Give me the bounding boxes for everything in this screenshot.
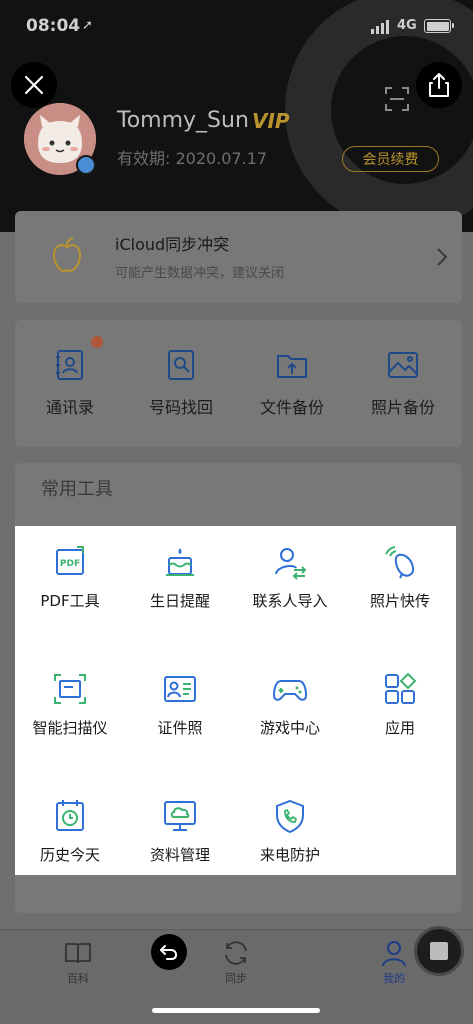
chevron-right-icon bbox=[437, 248, 448, 266]
tool-label: 智能扫描仪 bbox=[32, 719, 108, 737]
number-recovery-icon bbox=[168, 350, 194, 380]
avatar-badge bbox=[76, 155, 96, 175]
profile-icon bbox=[382, 941, 406, 967]
notification-dot bbox=[91, 336, 103, 348]
tool-call-protection[interactable]: 来电防护 bbox=[235, 798, 345, 865]
apps-icon bbox=[385, 672, 417, 704]
vip-tag: VIP bbox=[252, 109, 290, 133]
home-indicator[interactable] bbox=[152, 1008, 320, 1013]
id-card-icon bbox=[164, 676, 196, 702]
tool-birthday[interactable]: 生日提醒 bbox=[125, 544, 235, 611]
tool-label: 照片快传 bbox=[369, 592, 430, 610]
tab-label: 我的 bbox=[383, 972, 405, 985]
signal-icon bbox=[371, 20, 389, 34]
share-icon bbox=[429, 73, 449, 97]
tool-label: 历史今天 bbox=[39, 846, 100, 864]
pdf-icon: PDF bbox=[56, 546, 84, 575]
stop-icon bbox=[430, 942, 448, 960]
undo-icon bbox=[160, 945, 177, 960]
svg-text:PDF: PDF bbox=[60, 559, 80, 569]
photo-transfer-icon bbox=[385, 546, 415, 579]
tool-contact-import[interactable]: 联系人导入 bbox=[235, 544, 345, 611]
undo-button[interactable] bbox=[151, 934, 187, 970]
tool-data-management[interactable]: 资料管理 bbox=[125, 798, 235, 865]
share-button[interactable] bbox=[416, 62, 462, 108]
backup-item-photos[interactable]: 照片备份 bbox=[348, 348, 458, 418]
tool-pdf[interactable]: PDF PDF工具 bbox=[15, 544, 125, 611]
tool-label: PDF工具 bbox=[40, 592, 100, 610]
backup-label: 照片备份 bbox=[370, 398, 435, 417]
backup-item-contacts[interactable]: 通讯录 bbox=[15, 348, 125, 418]
birthday-cake-icon bbox=[166, 548, 194, 576]
membership-expiry: 有效期: 2020.07.17 bbox=[117, 149, 268, 168]
backup-item-files[interactable]: 文件备份 bbox=[237, 348, 347, 418]
photo-icon bbox=[388, 352, 418, 378]
tool-label: 应用 bbox=[384, 719, 415, 737]
tab-label: 同步 bbox=[225, 972, 247, 985]
icloud-subtitle: 可能产生数据冲突，建议关闭 bbox=[115, 266, 285, 281]
folder-upload-icon bbox=[277, 355, 307, 378]
tab-encyclopedia[interactable]: 百科 bbox=[38, 938, 118, 986]
tool-label: 证件照 bbox=[157, 719, 203, 737]
backup-label: 通讯录 bbox=[45, 398, 94, 417]
contacts-book-icon bbox=[56, 350, 83, 380]
backup-label: 文件备份 bbox=[259, 398, 324, 417]
tool-game-center[interactable]: 游戏中心 bbox=[235, 671, 345, 738]
close-icon bbox=[24, 75, 44, 95]
sync-icon bbox=[225, 941, 247, 965]
gamepad-icon bbox=[272, 680, 308, 701]
tool-label: 资料管理 bbox=[149, 846, 210, 864]
cloud-monitor-icon bbox=[164, 801, 196, 831]
backup-item-number-recovery[interactable]: 号码找回 bbox=[126, 348, 236, 418]
icloud-conflict-card[interactable]: iCloud同步冲突 可能产生数据冲突，建议关闭 bbox=[15, 211, 462, 303]
icloud-title: iCloud同步冲突 bbox=[115, 235, 230, 254]
tool-history-today[interactable]: 历史今天 bbox=[15, 798, 125, 865]
contact-import-icon bbox=[275, 548, 307, 580]
tool-id-photo[interactable]: 证件照 bbox=[125, 671, 235, 738]
book-icon bbox=[65, 943, 91, 964]
tool-label: 联系人导入 bbox=[252, 592, 328, 610]
scan-icon[interactable] bbox=[384, 86, 410, 112]
tab-label: 百科 bbox=[67, 972, 89, 985]
renew-membership-button[interactable]: 会员续费 bbox=[342, 146, 439, 172]
tool-label: 生日提醒 bbox=[149, 592, 210, 610]
network-type: 4G bbox=[397, 18, 417, 33]
tool-label: 来电防护 bbox=[259, 846, 320, 864]
scanner-icon bbox=[54, 674, 86, 704]
backup-card: 通讯录 号码找回 文件备份 照片备份 bbox=[15, 320, 462, 447]
close-button[interactable] bbox=[11, 62, 57, 108]
tools-section-title: 常用工具 bbox=[41, 479, 113, 500]
history-calendar-icon bbox=[56, 800, 84, 831]
status-time: 08:04 bbox=[26, 16, 81, 36]
battery-icon bbox=[424, 19, 454, 33]
tab-sync[interactable]: 同步 bbox=[196, 938, 276, 986]
apple-icon bbox=[51, 237, 83, 273]
tool-photo-transfer[interactable]: 照片快传 bbox=[345, 544, 455, 611]
tool-scanner[interactable]: 智能扫描仪 bbox=[15, 671, 125, 738]
tools-grid: PDF PDF工具 生日提醒 联系人导入 照片快传 智能扫描仪 证件照 游戏中心… bbox=[15, 526, 456, 875]
status-bar: 08:04 ➚ 4G bbox=[0, 0, 473, 56]
profile-header: 08:04 ➚ 4G Tommy_Sun VIP 有效期: 2020.07.17… bbox=[0, 0, 473, 232]
username: Tommy_Sun bbox=[117, 108, 249, 133]
backup-label: 号码找回 bbox=[148, 398, 213, 417]
tool-label: 游戏中心 bbox=[259, 719, 320, 737]
stop-button[interactable] bbox=[414, 926, 464, 976]
tool-apps[interactable]: 应用 bbox=[345, 671, 455, 738]
call-shield-icon bbox=[276, 799, 304, 834]
location-icon: ➚ bbox=[82, 18, 93, 33]
